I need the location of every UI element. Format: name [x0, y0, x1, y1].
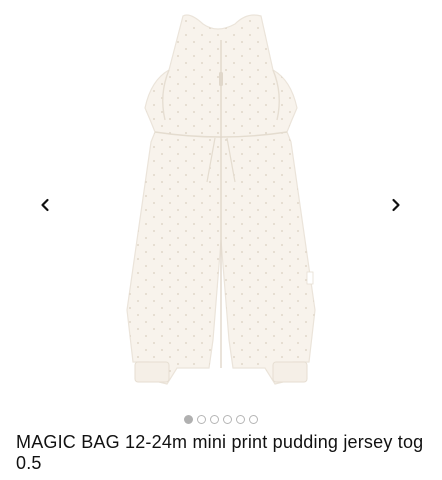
carousel-dot-2[interactable] [197, 415, 206, 424]
previous-image-button[interactable] [31, 191, 59, 219]
chevron-left-icon [41, 198, 49, 212]
product-title: MAGIC BAG 12-24m mini print pudding jers… [16, 432, 424, 473]
carousel-pagination [0, 415, 442, 424]
carousel-dot-6[interactable] [249, 415, 258, 424]
chevron-right-icon [392, 198, 400, 212]
carousel-dot-1[interactable] [184, 415, 193, 424]
carousel-dot-5[interactable] [236, 415, 245, 424]
next-image-button[interactable] [382, 191, 410, 219]
carousel-dot-4[interactable] [223, 415, 232, 424]
product-image-carousel[interactable] [0, 0, 442, 410]
product-image-sleeping-bag [126, 14, 316, 385]
carousel-dot-3[interactable] [210, 415, 219, 424]
